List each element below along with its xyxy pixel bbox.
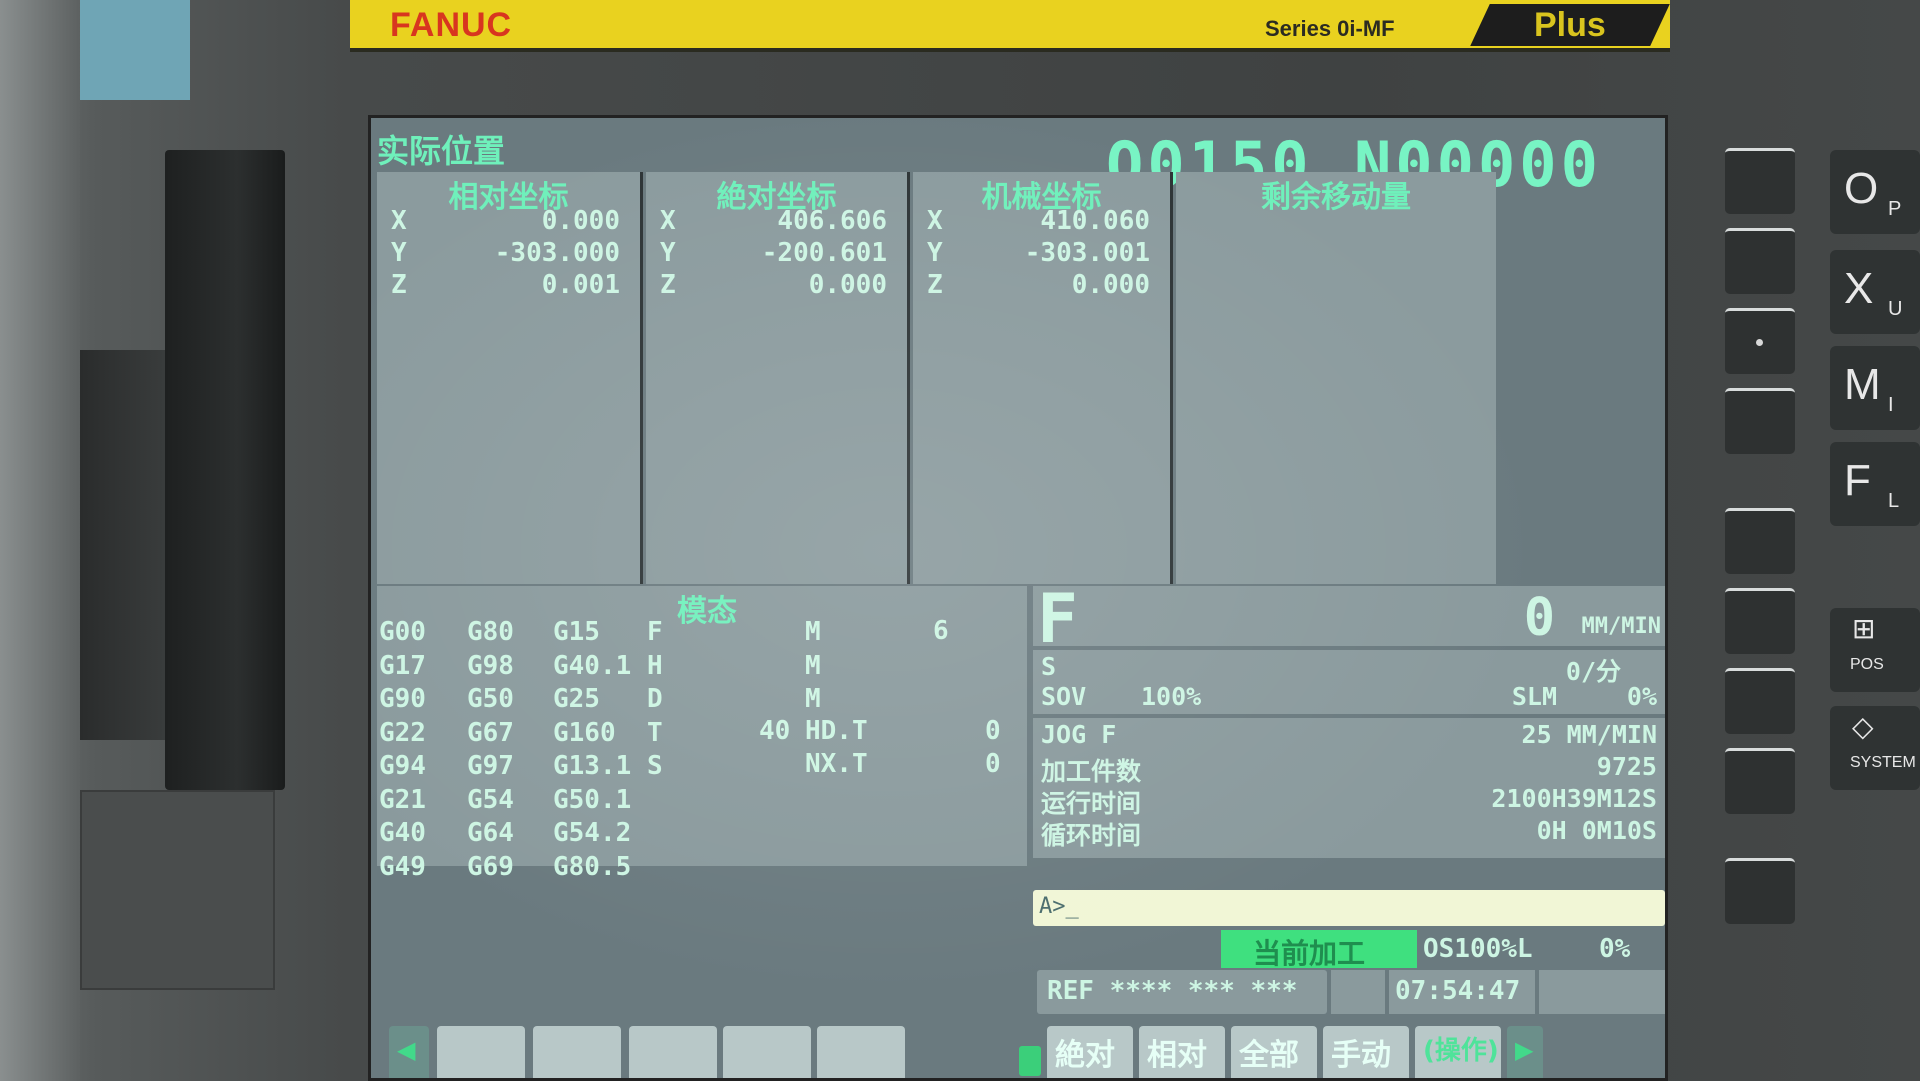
- pos-key[interactable]: ⊞ POS: [1830, 608, 1920, 692]
- axis-row: Z 0.000: [660, 270, 887, 300]
- parts-row: 加工件数 9725: [1041, 752, 1657, 786]
- lower-panel: [80, 790, 275, 990]
- softkey-prev[interactable]: ◀: [389, 1026, 429, 1078]
- status-blank: [1539, 970, 1665, 1014]
- vertical-softkey[interactable]: [1725, 308, 1795, 374]
- relative-coords: 相对坐标 X 0.000 Y -303.000 Z 0.001: [377, 172, 643, 584]
- system-key[interactable]: ◇ SYSTEM: [1830, 706, 1920, 790]
- vertical-softkey[interactable]: [1725, 858, 1795, 924]
- position-icon: ⊞: [1852, 613, 1876, 644]
- feed-unit: MM/MIN: [1581, 614, 1661, 639]
- hdt-value: 0: [985, 716, 1001, 746]
- vertical-softkey[interactable]: [1725, 388, 1795, 454]
- softkey-blank[interactable]: [437, 1026, 525, 1078]
- key-f[interactable]: FL: [1830, 442, 1920, 526]
- m-codes: MMM: [805, 617, 821, 714]
- nxt-value: 0: [985, 749, 1001, 779]
- softkey-blank[interactable]: [533, 1026, 621, 1078]
- series-label: Series 0i-MF: [1265, 16, 1395, 41]
- axis-row: Z 0.001: [391, 270, 620, 300]
- spindle-row: S 0/分: [1041, 652, 1621, 686]
- memory-card-slot: [165, 150, 285, 790]
- mdi-keypad: OP XU MI FL ⊞ POS ◇ SYSTEM: [1680, 110, 1920, 1081]
- axis-row: Z 0.000: [927, 270, 1150, 300]
- absolute-coords: 絶对坐标 X 406.606 Y -200.601 Z 0.000: [646, 172, 910, 584]
- info-panel: JOG F 25 MM/MIN 加工件数 9725 运行时间 2100H39M12S …: [1033, 718, 1665, 858]
- softkey-absolute[interactable]: 絶对: [1047, 1026, 1133, 1078]
- screen-title: 实际位置: [377, 132, 506, 170]
- softkey-blank[interactable]: [817, 1026, 905, 1078]
- status-bar: REF **** *** *** 07:54:47: [1033, 970, 1665, 1014]
- modal-title: 模态: [677, 594, 737, 629]
- softkey-relative[interactable]: 相对: [1139, 1026, 1225, 1078]
- status-blank: [1331, 970, 1385, 1014]
- cycle-time-row: 循环时间 0H 0M10S: [1041, 816, 1657, 850]
- softkey-operation[interactable]: (操作): [1415, 1026, 1501, 1078]
- softkey-all[interactable]: 全部: [1231, 1026, 1317, 1078]
- blue-tape: [80, 0, 190, 100]
- softkey-page-marker: [1019, 1046, 1041, 1076]
- softkey-blank[interactable]: [629, 1026, 717, 1078]
- vertical-softkey[interactable]: [1725, 508, 1795, 574]
- softkey-blank[interactable]: [723, 1026, 811, 1078]
- key-o[interactable]: OP: [1830, 150, 1920, 234]
- modal-panel: 模态 G00 G17 G90 G22 G94 G21 G40 G49 G80 G98 G50 G6…: [377, 586, 1027, 882]
- softkey-handle[interactable]: 手动: [1323, 1026, 1409, 1078]
- axis-row: X 0.000: [391, 206, 620, 236]
- plus-badge: Plus: [1470, 4, 1670, 46]
- mode-bar: 当前加工 OS100%L 0%: [1221, 930, 1665, 970]
- run-time-row: 运行时间 2100H39M12S: [1041, 784, 1657, 818]
- key-x[interactable]: XU: [1830, 250, 1920, 334]
- remaining-move: 剩余移动量: [1176, 172, 1496, 584]
- fanuc-logo: FANUC: [390, 6, 513, 44]
- address-letters: FHDTS: [647, 617, 663, 781]
- mode-badge: 当前加工: [1221, 930, 1417, 970]
- spindle-panel: S 0/分 SOV 100% SLM 0%: [1033, 650, 1665, 714]
- axis-row: Y -200.601: [660, 238, 887, 268]
- hdt-label: HD.T: [805, 716, 868, 746]
- hdt-prefix: 40: [759, 716, 791, 746]
- axis-row: X 410.060: [927, 206, 1150, 236]
- vertical-softkey[interactable]: [1725, 588, 1795, 654]
- remaining-title: 剩余移动量: [1261, 180, 1411, 215]
- override-status: OS100%L: [1423, 934, 1533, 964]
- axis-row: Y -303.000: [391, 238, 620, 268]
- position-panel: 相对坐标 X 0.000 Y -303.000 Z 0.001 絶对坐标 X 406.6…: [377, 172, 1665, 584]
- feed-panel: F 0 MM/MIN: [1033, 580, 1665, 659]
- axis-row: Y -303.001: [927, 238, 1150, 268]
- load-status: 0%: [1599, 934, 1631, 964]
- jog-row: JOG F 25 MM/MIN: [1041, 720, 1657, 749]
- axis-row: X 406.606: [660, 206, 887, 236]
- m-value: 6: [933, 616, 949, 646]
- ref-status: REF **** *** ***: [1037, 970, 1327, 1014]
- feed-label: F: [1037, 580, 1078, 659]
- vertical-softkey[interactable]: [1725, 148, 1795, 214]
- brand-strip: FANUC Series 0i-MF Plus: [350, 0, 1670, 52]
- clock: 07:54:47: [1389, 970, 1535, 1014]
- key-m[interactable]: MI: [1830, 346, 1920, 430]
- left-housing: [0, 0, 190, 1081]
- system-icon: ◇: [1852, 711, 1874, 742]
- override-row: SOV 100% SLM 0%: [1041, 682, 1657, 711]
- nxt-label: NX.T: [805, 749, 868, 779]
- cnc-screen: 实际位置 O0150 N00000 相对坐标 X 0.000 Y -303.000 …: [368, 115, 1668, 1081]
- vertical-softkey[interactable]: [1725, 668, 1795, 734]
- softkey-bar: ◀ 絶对 相对 全部 手动 (操作) ▶: [371, 1018, 1665, 1078]
- gcode-group-2: G80 G98 G50 G67 G97 G54 G64 G69: [467, 617, 514, 882]
- key-input-buffer[interactable]: A>_: [1033, 890, 1665, 926]
- machine-coords: 机械坐标 X 410.060 Y -303.001 Z 0.000: [913, 172, 1173, 584]
- card-slot-cover: [80, 350, 170, 740]
- gcode-group-3: G15 G40.1 G25 G160 G13.1 G50.1 G54.2 G80.5: [553, 617, 632, 882]
- gcode-group-1: G00 G17 G90 G22 G94 G21 G40 G49: [379, 617, 426, 882]
- vertical-softkey[interactable]: [1725, 228, 1795, 294]
- feed-value: 0: [1523, 588, 1555, 648]
- vertical-softkey[interactable]: [1725, 748, 1795, 814]
- softkey-next[interactable]: ▶: [1507, 1026, 1543, 1078]
